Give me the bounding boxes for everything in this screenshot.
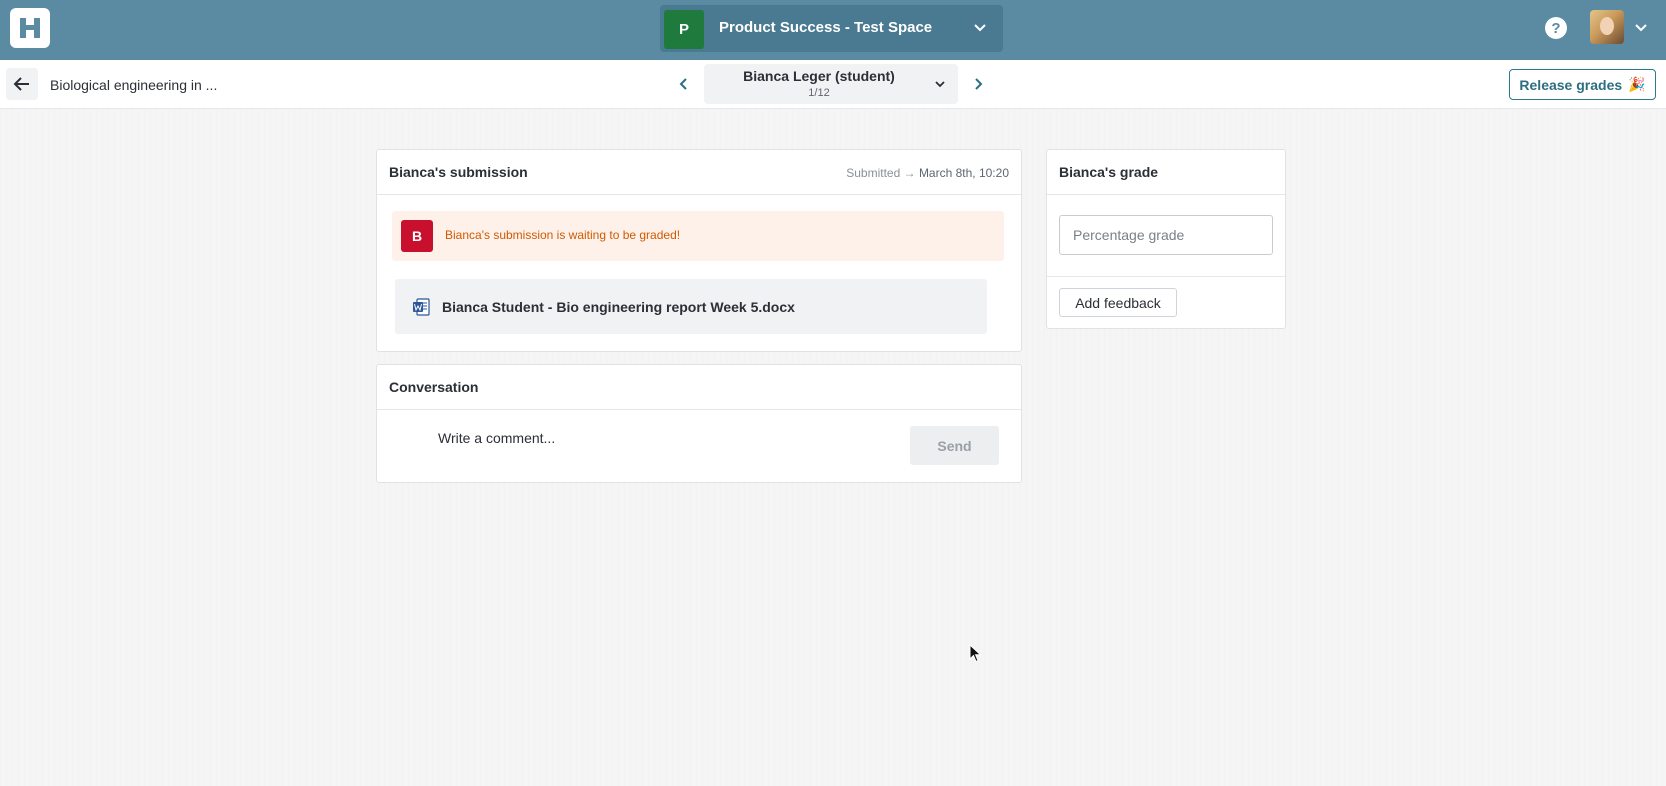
student-position: 1/12 xyxy=(808,87,830,99)
arrow-left-icon xyxy=(13,77,29,91)
previous-student-button[interactable] xyxy=(674,74,694,94)
user-avatar xyxy=(1590,10,1624,44)
sub-header: Biological engineering in ... Bianca Leg… xyxy=(0,60,1666,109)
comment-input[interactable] xyxy=(438,423,858,453)
conversation-title: Conversation xyxy=(389,379,479,395)
submitted-date: March 8th, 10:20 xyxy=(918,166,1009,180)
attachment-file[interactable]: Bianca Student - Bio engineering report … xyxy=(395,279,987,334)
chevron-down-icon xyxy=(974,24,986,32)
app-logo[interactable] xyxy=(10,8,50,48)
release-grades-button[interactable]: Release grades 🎉 xyxy=(1509,69,1656,100)
grading-status-text: Bianca's submission is waiting to be gra… xyxy=(445,228,681,242)
space-switcher[interactable]: P Product Success - Test Space xyxy=(660,5,1003,52)
arrow-right-icon: → xyxy=(903,166,916,180)
help-icon: ? xyxy=(1551,19,1561,37)
student-picker[interactable]: Bianca Leger (student) 1/12 xyxy=(704,64,958,104)
chevron-right-icon xyxy=(975,78,983,90)
assignment-title: Biological engineering in ... xyxy=(50,77,218,93)
divider xyxy=(1047,276,1285,277)
grade-header: Bianca's grade xyxy=(1047,150,1285,195)
conversation-card: Conversation Send xyxy=(376,364,1022,483)
word-doc-icon xyxy=(413,298,430,316)
grade-title: Bianca's grade xyxy=(1059,164,1159,180)
submitted-label: Submitted xyxy=(846,166,901,180)
top-bar: P Product Success - Test Space ? xyxy=(0,0,1666,60)
add-feedback-button[interactable]: Add feedback xyxy=(1059,288,1177,317)
space-avatar: P xyxy=(664,10,704,49)
send-button[interactable]: Send xyxy=(910,426,999,465)
back-button[interactable] xyxy=(6,68,38,100)
conversation-header: Conversation xyxy=(377,365,1021,410)
next-student-button[interactable] xyxy=(968,74,988,94)
party-popper-icon: 🎉 xyxy=(1628,76,1646,92)
space-name: Product Success - Test Space xyxy=(719,19,933,36)
grading-status-banner: B Bianca's submission is waiting to be g… xyxy=(392,211,1004,261)
percentage-grade-input[interactable] xyxy=(1059,215,1273,255)
release-grades-label: Release grades xyxy=(1519,76,1623,93)
chevron-down-icon xyxy=(1635,24,1647,32)
submitted-info: Submitted → March 8th, 10:20 xyxy=(846,166,1009,180)
chevron-left-icon xyxy=(679,78,687,90)
grade-card: Bianca's grade Add feedback xyxy=(1046,149,1286,329)
student-name: Bianca Leger (student) xyxy=(743,68,895,84)
help-button[interactable]: ? xyxy=(1545,17,1567,39)
student-avatar: B xyxy=(401,220,433,252)
h-logo-icon xyxy=(20,18,40,38)
chevron-down-icon xyxy=(935,81,945,88)
submission-title: Bianca's submission xyxy=(389,164,528,180)
user-menu[interactable] xyxy=(1590,10,1660,46)
submission-card: Bianca's submission Submitted → March 8t… xyxy=(376,149,1022,352)
mouse-cursor-icon xyxy=(969,644,982,663)
attachment-name: Bianca Student - Bio engineering report … xyxy=(442,299,795,315)
submission-header: Bianca's submission Submitted → March 8t… xyxy=(377,150,1021,195)
